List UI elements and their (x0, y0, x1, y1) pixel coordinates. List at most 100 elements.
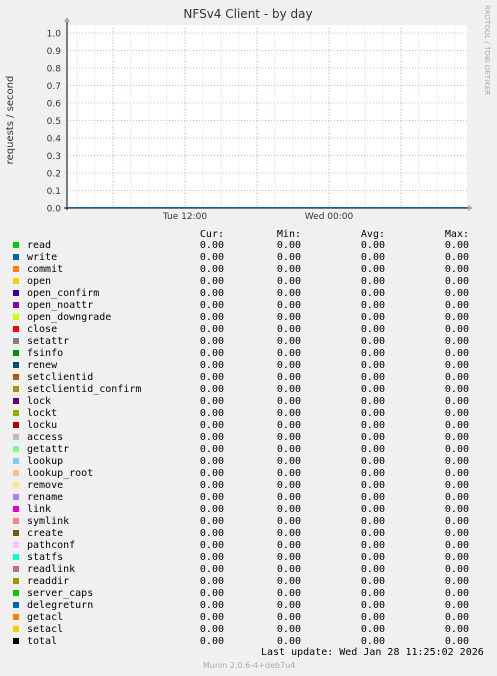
legend-label: readdir (27, 576, 70, 587)
legend-swatch (13, 422, 19, 428)
legend-value-avg: 0.00 (360, 540, 385, 551)
legend-value-max: 0.00 (444, 432, 469, 443)
legend-label: getattr (27, 444, 70, 455)
legend-value-cur: 0.00 (199, 324, 224, 335)
legend-label: link (27, 504, 52, 515)
legend-value-max: 0.00 (444, 324, 469, 335)
legend-swatch (13, 518, 19, 524)
legend-label: readlink (27, 564, 76, 575)
legend-swatch (13, 242, 19, 248)
y-tick-label: 0.0 (47, 205, 62, 215)
legend-value-min: 0.00 (276, 624, 301, 635)
y-tick-label: 0.5 (47, 117, 61, 127)
legend-label: close (27, 324, 58, 335)
legend-swatch (13, 290, 19, 296)
legend-value-min: 0.00 (276, 276, 301, 287)
legend-value-min: 0.00 (276, 312, 301, 323)
legend-value-min: 0.00 (276, 420, 301, 431)
legend-row-commit: commit 0.00 0.00 0.00 0.00 (0, 264, 497, 276)
legend-value-max: 0.00 (444, 276, 469, 287)
y-tick-label: 0.1 (47, 187, 61, 197)
legend-value-min: 0.00 (276, 516, 301, 527)
legend-row-write: write 0.00 0.00 0.00 0.00 (0, 252, 497, 264)
legend-swatch (13, 278, 19, 284)
legend-swatch (13, 482, 19, 488)
y-axis-arrow (64, 17, 70, 22)
legend-value-cur: 0.00 (199, 492, 224, 503)
watermark: RRDTOOL / TOBI OETIKER (483, 5, 491, 95)
legend-value-max: 0.00 (444, 624, 469, 635)
legend-swatch (13, 326, 19, 332)
legend-row-close: close 0.00 0.00 0.00 0.00 (0, 324, 497, 336)
legend-value-cur: 0.00 (199, 468, 224, 479)
legend-value-min: 0.00 (276, 252, 301, 263)
legend-value-avg: 0.00 (360, 420, 385, 431)
legend-value-max: 0.00 (444, 600, 469, 611)
legend-value-min: 0.00 (276, 456, 301, 467)
y-tick-label: 0.6 (47, 100, 62, 110)
legend-value-avg: 0.00 (360, 576, 385, 587)
legend-value-cur: 0.00 (199, 252, 224, 263)
legend-value-max: 0.00 (444, 384, 469, 395)
legend-label: delegreturn (27, 600, 94, 611)
legend-row-renew: renew 0.00 0.00 0.00 0.00 (0, 360, 497, 372)
legend-swatch (13, 398, 19, 404)
x-axis-arrow (468, 205, 473, 211)
legend-value-max: 0.00 (444, 528, 469, 539)
legend-row-open_confirm: open_confirm 0.00 0.00 0.00 0.00 (0, 288, 497, 300)
legend-value-min: 0.00 (276, 444, 301, 455)
legend-value-min: 0.00 (276, 468, 301, 479)
legend-value-min: 0.00 (276, 240, 301, 251)
legend-label: locku (27, 420, 58, 431)
y-tick-label: 0.7 (47, 82, 61, 92)
legend-label: open (27, 276, 52, 287)
legend-swatch (13, 626, 19, 632)
legend-value-cur: 0.00 (199, 624, 224, 635)
legend-value-avg: 0.00 (360, 288, 385, 299)
legend-value-avg: 0.00 (360, 456, 385, 467)
legend-label: remove (27, 480, 64, 491)
legend-value-cur: 0.00 (199, 360, 224, 371)
x-tick-labels: Tue 12:00 Wed 00:00 (162, 212, 354, 222)
legend-row-readlink: readlink 0.00 0.00 0.00 0.00 (0, 564, 497, 576)
legend-value-avg: 0.00 (360, 240, 385, 251)
legend-value-max: 0.00 (444, 444, 469, 455)
legend-value-min: 0.00 (276, 576, 301, 587)
legend-row-getacl: getacl 0.00 0.00 0.00 0.00 (0, 612, 497, 624)
legend-row-open_downgrade: open_downgrade 0.00 0.00 0.00 0.00 (0, 312, 497, 324)
legend-row-fsinfo: fsinfo 0.00 0.00 0.00 0.00 (0, 348, 497, 360)
legend-row-create: create 0.00 0.00 0.00 0.00 (0, 528, 497, 540)
legend-value-cur: 0.00 (199, 444, 224, 455)
legend-label: server_caps (27, 588, 94, 599)
legend-value-min: 0.00 (276, 372, 301, 383)
legend-label: lookup_root (27, 468, 94, 479)
legend-value-max: 0.00 (444, 552, 469, 563)
legend-label: pathconf (27, 540, 76, 551)
legend-label: read (27, 240, 52, 251)
legend-swatch (13, 458, 19, 464)
legend-row-access: access 0.00 0.00 0.00 0.00 (0, 432, 497, 444)
legend-value-avg: 0.00 (360, 624, 385, 635)
plot-area (67, 25, 467, 208)
legend-value-avg: 0.00 (360, 396, 385, 407)
legend-value-cur: 0.00 (199, 480, 224, 491)
legend-value-max: 0.00 (444, 264, 469, 275)
legend-value-avg: 0.00 (360, 432, 385, 443)
y-tick-labels: 1.0 0.9 0.8 0.7 0.6 0.5 0.4 0.3 0.2 0.1 0.0 (47, 30, 62, 215)
legend-swatch (13, 266, 19, 272)
legend-value-cur: 0.00 (199, 420, 224, 431)
legend-swatch (13, 374, 19, 380)
legend-value-cur: 0.00 (199, 516, 224, 527)
legend-label: create (27, 528, 64, 539)
legend-value-avg: 0.00 (360, 252, 385, 263)
legend-value-min: 0.00 (276, 552, 301, 563)
legend-value-avg: 0.00 (360, 444, 385, 455)
y-tick-label: 0.3 (47, 152, 61, 162)
legend-value-cur: 0.00 (199, 564, 224, 575)
legend-label: setacl (27, 624, 64, 635)
legend-swatch (13, 314, 19, 320)
legend-value-max: 0.00 (444, 576, 469, 587)
legend-value-cur: 0.00 (199, 528, 224, 539)
legend-value-cur: 0.00 (199, 636, 224, 647)
legend-value-cur: 0.00 (199, 540, 224, 551)
